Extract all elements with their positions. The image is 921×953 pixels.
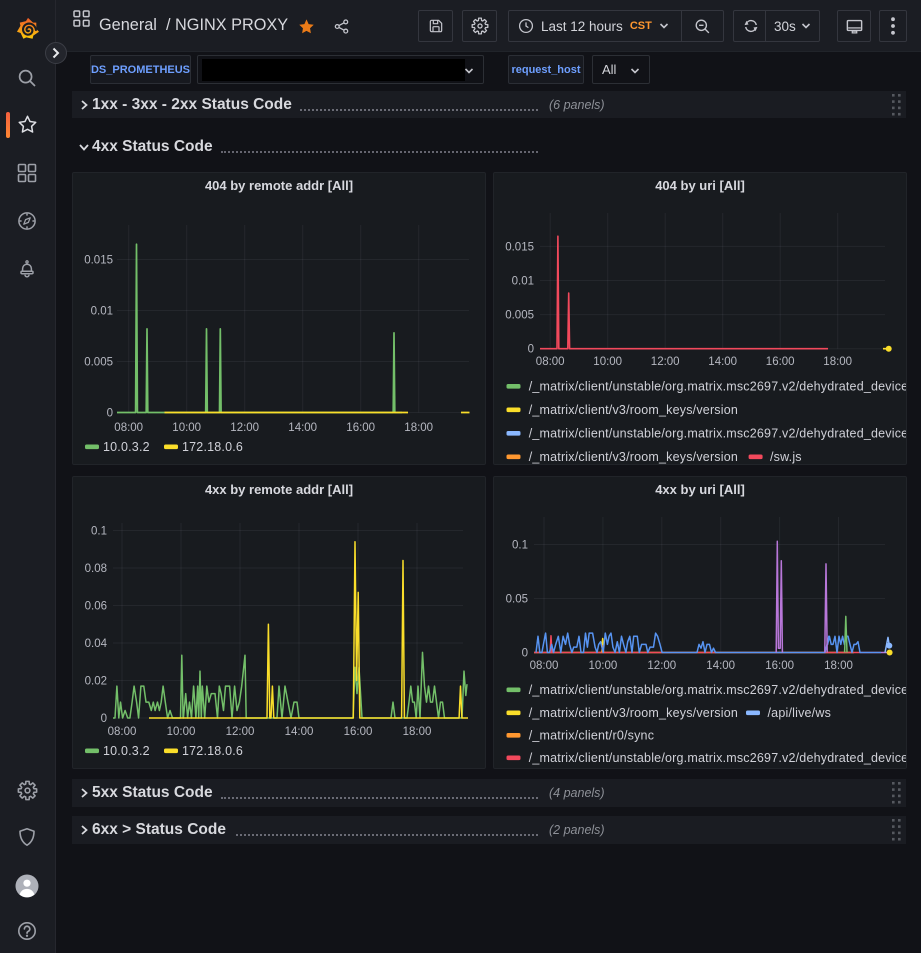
svg-text:/_matrix/client/v3/room_keys/v: /_matrix/client/v3/room_keys/version (529, 706, 738, 720)
svg-text:12:00: 12:00 (226, 726, 255, 738)
svg-text:0.1: 0.1 (91, 526, 107, 538)
svg-text:0.01: 0.01 (512, 276, 534, 288)
svg-text:10:00: 10:00 (589, 660, 618, 672)
svg-text:14:00: 14:00 (708, 356, 737, 368)
svg-text:08:00: 08:00 (536, 356, 565, 368)
svg-text:12:00: 12:00 (651, 356, 680, 368)
svg-text:0.015: 0.015 (505, 241, 534, 253)
svg-text:10.0.3.2: 10.0.3.2 (103, 440, 150, 454)
svg-text:10.0.3.2: 10.0.3.2 (103, 744, 150, 758)
svg-text:/sw.js: /sw.js (770, 450, 802, 464)
svg-text:16:00: 16:00 (346, 422, 375, 434)
svg-text:0: 0 (522, 648, 528, 660)
svg-text:08:00: 08:00 (530, 660, 559, 672)
svg-text:0: 0 (101, 713, 107, 725)
svg-text:0.04: 0.04 (85, 638, 108, 650)
svg-text:08:00: 08:00 (114, 422, 143, 434)
svg-text:0.1: 0.1 (512, 540, 528, 552)
svg-text:0: 0 (528, 344, 534, 356)
svg-text:10:00: 10:00 (172, 422, 201, 434)
svg-text:/_matrix/client/r0/sync: /_matrix/client/r0/sync (529, 729, 654, 743)
svg-text:0.08: 0.08 (85, 563, 107, 575)
svg-text:0.015: 0.015 (84, 255, 113, 267)
svg-text:16:00: 16:00 (766, 356, 795, 368)
svg-text:14:00: 14:00 (706, 660, 735, 672)
svg-text:0.005: 0.005 (84, 357, 113, 369)
svg-text:08:00: 08:00 (108, 726, 137, 738)
svg-text:172.18.0.6: 172.18.0.6 (182, 744, 243, 758)
svg-text:18:00: 18:00 (404, 422, 433, 434)
svg-text:/api/live/ws: /api/live/ws (768, 706, 832, 720)
svg-text:0.02: 0.02 (85, 676, 107, 688)
svg-text:16:00: 16:00 (765, 660, 794, 672)
svg-text:14:00: 14:00 (288, 422, 317, 434)
svg-text:/_matrix/client/unstable/org.m: /_matrix/client/unstable/org.matrix.msc2… (529, 751, 907, 765)
svg-text:16:00: 16:00 (344, 726, 373, 738)
svg-text:0.01: 0.01 (91, 306, 113, 318)
svg-text:/_matrix/client/unstable/org.m: /_matrix/client/unstable/org.matrix.msc2… (529, 380, 907, 394)
svg-text:14:00: 14:00 (285, 726, 314, 738)
svg-text:12:00: 12:00 (647, 660, 676, 672)
svg-text:0.005: 0.005 (505, 310, 534, 322)
svg-text:0.05: 0.05 (506, 594, 528, 606)
svg-text:18:00: 18:00 (403, 726, 432, 738)
svg-text:/_matrix/client/unstable/org.m: /_matrix/client/unstable/org.matrix.msc2… (529, 427, 907, 441)
svg-text:10:00: 10:00 (167, 726, 196, 738)
svg-text:0.06: 0.06 (85, 601, 107, 613)
svg-text:172.18.0.6: 172.18.0.6 (182, 440, 243, 454)
svg-text:10:00: 10:00 (593, 356, 622, 368)
svg-text:0: 0 (107, 408, 113, 420)
svg-text:12:00: 12:00 (230, 422, 259, 434)
svg-text:18:00: 18:00 (823, 356, 852, 368)
svg-text:/_matrix/client/v3/room_keys/v: /_matrix/client/v3/room_keys/version (529, 403, 738, 417)
svg-text:/_matrix/client/v3/room_keys/v: /_matrix/client/v3/room_keys/version (529, 450, 738, 464)
svg-text:/_matrix/client/unstable/org.m: /_matrix/client/unstable/org.matrix.msc2… (529, 683, 907, 697)
svg-text:18:00: 18:00 (824, 660, 853, 672)
